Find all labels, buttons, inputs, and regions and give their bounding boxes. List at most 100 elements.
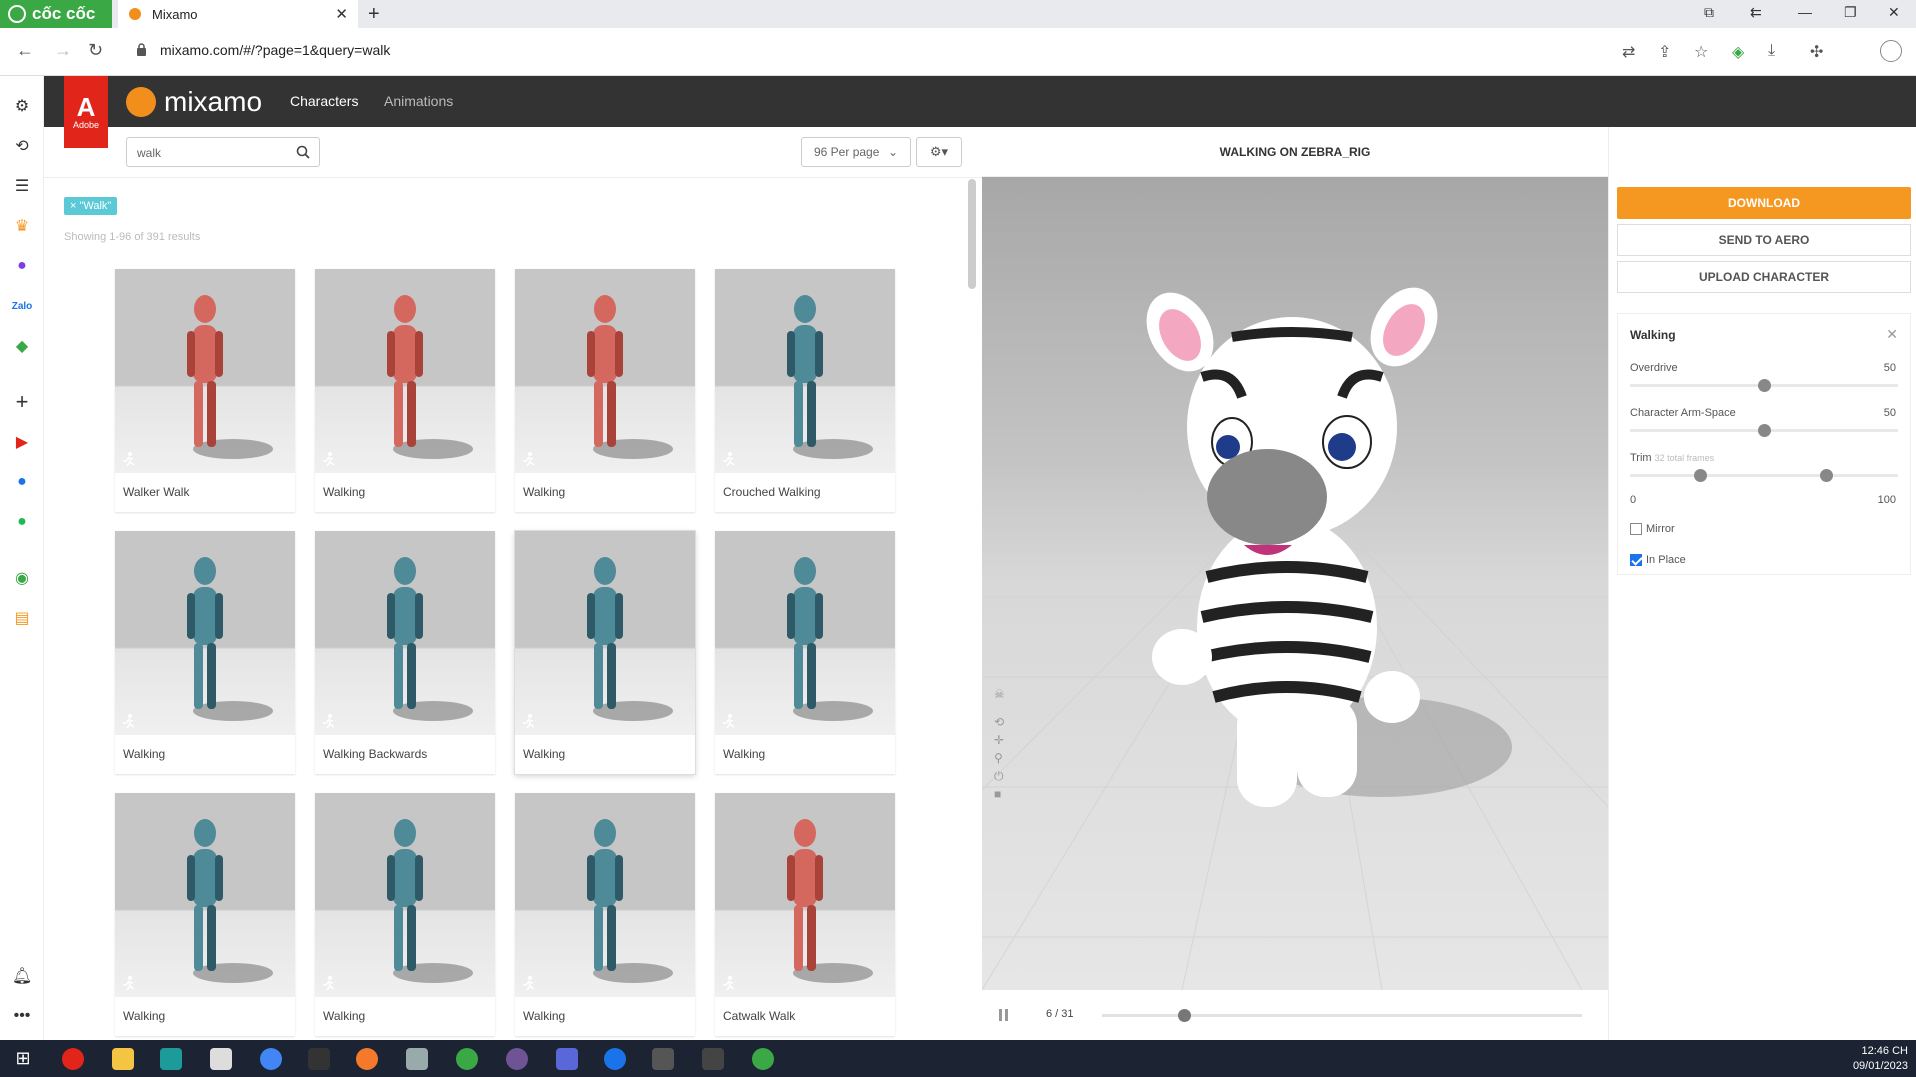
inplace-checkbox-box[interactable] <box>1630 554 1642 566</box>
search-input[interactable]: walk <box>126 137 320 167</box>
app-icon[interactable] <box>210 1048 232 1070</box>
animation-card[interactable]: Walking <box>715 531 895 774</box>
animation-card[interactable]: Walking <box>315 793 495 1036</box>
animation-card[interactable]: Walking <box>515 531 695 774</box>
chrome-icon[interactable] <box>260 1048 282 1070</box>
animation-card[interactable]: Walking <box>515 793 695 1036</box>
skeleton-toggle-icon[interactable]: ☠ <box>994 687 1008 701</box>
notification-bell-icon[interactable]: 🔔︎ <box>10 964 34 988</box>
adblock-icon[interactable]: ◈ <box>1732 42 1750 61</box>
shopping-icon[interactable]: ▤ <box>10 606 34 630</box>
facebook-icon[interactable]: ● <box>10 470 34 494</box>
zalo-icon[interactable]: Zalo <box>10 294 34 318</box>
gamepad-icon[interactable]: ◆ <box>10 334 34 358</box>
mixamo-app-icon[interactable] <box>160 1048 182 1070</box>
minimize-icon[interactable]: — <box>1798 4 1812 20</box>
share-icon[interactable]: ⇪ <box>1658 42 1676 61</box>
spotify-icon[interactable]: ● <box>10 510 34 534</box>
bookmark-star-icon[interactable]: ☆ <box>1694 42 1712 61</box>
browser-tab-mixamo[interactable]: Mixamo ✕ <box>118 0 358 28</box>
adobe-badge[interactable]: A Adobe <box>64 76 108 148</box>
animation-card[interactable]: Walking <box>115 531 295 774</box>
upload-character-button[interactable]: UPLOAD CHARACTER <box>1617 261 1911 293</box>
history-icon[interactable]: ⟲ <box>10 134 34 158</box>
per-page-select[interactable]: 96 Per page ⌄ <box>801 137 911 167</box>
trim-end-knob[interactable] <box>1819 469 1833 482</box>
animation-card[interactable]: Walking <box>315 269 495 512</box>
animation-card[interactable]: Walking <box>115 793 295 1036</box>
windows-start-icon[interactable]: ⊞ <box>12 1048 34 1070</box>
extensions-icon[interactable]: ✣ <box>1810 42 1828 61</box>
filter-chip-walk[interactable]: × "Walk" <box>64 197 118 215</box>
coccoc-logo[interactable]: cốc cốc <box>0 0 112 28</box>
nav-characters[interactable]: Characters <box>290 93 358 109</box>
trim-start-knob[interactable] <box>1693 469 1707 482</box>
timeline-track[interactable] <box>1102 1009 1582 1022</box>
profile-avatar[interactable] <box>1880 40 1902 62</box>
rotate-view-icon[interactable]: ⟲ <box>994 715 1008 729</box>
coccoc-taskbar-icon[interactable] <box>752 1048 774 1070</box>
animation-card[interactable]: Walking <box>515 269 695 512</box>
animation-card[interactable]: Catwalk Walk <box>715 793 895 1036</box>
app-icon-2[interactable] <box>406 1048 428 1070</box>
scrollbar[interactable] <box>968 179 976 289</box>
upwork-icon[interactable] <box>456 1048 478 1070</box>
list-icon[interactable]: ☰ <box>10 174 34 198</box>
sidebar-toggle-icon[interactable]: ⇇ <box>1750 4 1762 21</box>
unity-hub-icon[interactable] <box>702 1048 724 1070</box>
trim-slider[interactable] <box>1630 469 1898 482</box>
translate-icon[interactable]: ⇄ <box>1622 42 1640 61</box>
armspace-slider[interactable] <box>1630 424 1898 437</box>
animation-card[interactable]: Crouched Walking <box>715 269 895 512</box>
restore-icon[interactable]: ❐ <box>1844 4 1857 21</box>
blender-icon[interactable] <box>356 1048 378 1070</box>
back-icon[interactable]: ← <box>16 40 34 61</box>
camera-icon[interactable]: ■ <box>994 787 1008 801</box>
inplace-checkbox[interactable]: In Place <box>1630 554 1686 566</box>
armspace-slider-knob[interactable] <box>1758 424 1771 437</box>
antivirus-icon[interactable] <box>62 1048 84 1070</box>
file-explorer-icon[interactable] <box>112 1048 134 1070</box>
mirror-checkbox-box[interactable] <box>1630 523 1642 535</box>
animation-card[interactable]: Walker Walk <box>115 269 295 512</box>
reset-view-icon[interactable]: ⏻ <box>994 769 1008 783</box>
url-text[interactable]: mixamo.com/#/?page=1&query=walk <box>160 42 390 58</box>
youtube-icon[interactable]: ▶ <box>10 430 34 454</box>
3d-viewport[interactable]: ☠ ⟲ ✛ ⚲ ⏻ ■ <box>982 177 1608 990</box>
zalo-taskbar-icon[interactable] <box>604 1048 626 1070</box>
more-icon[interactable]: ••• <box>10 1004 34 1028</box>
app-icon-3[interactable] <box>556 1048 578 1070</box>
animation-card[interactable]: Walking Backwards <box>315 531 495 774</box>
mirror-checkbox[interactable]: Mirror <box>1630 523 1675 535</box>
reload-icon[interactable]: ↻ <box>88 40 103 61</box>
tab-close-icon[interactable]: ✕ <box>335 5 348 23</box>
send-to-aero-button[interactable]: SEND TO AERO <box>1617 224 1911 256</box>
unity-icon[interactable] <box>308 1048 330 1070</box>
overdrive-slider[interactable] <box>1630 379 1898 392</box>
timeline-knob[interactable] <box>1177 1009 1191 1022</box>
nav-animations[interactable]: Animations <box>384 93 453 109</box>
app-icon-4[interactable] <box>652 1048 674 1070</box>
close-icon[interactable]: ✕ <box>1886 326 1898 343</box>
overdrive-slider-knob[interactable] <box>1758 379 1771 392</box>
crown-icon[interactable]: ♛ <box>10 214 34 238</box>
forward-icon[interactable]: → <box>54 40 72 61</box>
download-button[interactable]: DOWNLOAD <box>1617 187 1911 219</box>
mixamo-logo[interactable]: mixamo <box>126 86 262 118</box>
github-icon[interactable] <box>506 1048 528 1070</box>
new-tab-icon[interactable]: + <box>368 3 380 26</box>
chat-icon[interactable]: ◉ <box>10 566 34 590</box>
animation-thumbnail <box>315 793 495 997</box>
pan-view-icon[interactable]: ✛ <box>994 733 1008 747</box>
system-clock[interactable]: 12:46 CH 09/01/2023 <box>1853 1044 1908 1074</box>
zoom-view-icon[interactable]: ⚲ <box>994 751 1008 765</box>
screen-capture-icon[interactable]: ⧉ <box>1704 4 1714 21</box>
add-icon[interactable]: + <box>10 389 34 414</box>
window-close-icon[interactable]: ✕ <box>1888 4 1900 21</box>
settings-dropdown[interactable]: ⚙▾ <box>916 137 962 167</box>
download-icon[interactable]: ⤓ <box>1768 42 1786 60</box>
search-icon[interactable] <box>296 145 310 159</box>
pause-icon[interactable] <box>998 1008 1010 1022</box>
settings-gear-icon[interactable]: ⚙ <box>10 94 34 118</box>
messenger-icon[interactable]: ● <box>10 254 34 278</box>
